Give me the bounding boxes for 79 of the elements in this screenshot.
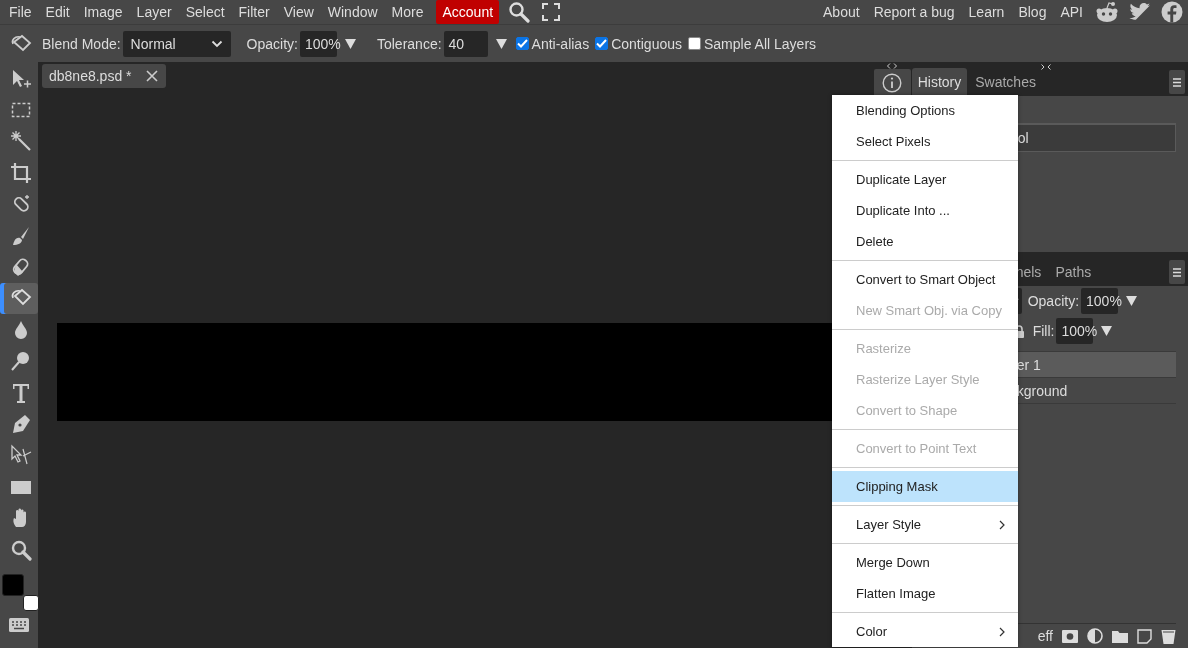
panel-tab[interactable]: Paths [1049,258,1098,286]
close-icon[interactable] [145,70,158,82]
menu-item[interactable]: More [384,1,431,23]
panel-tab[interactable]: History [911,68,968,96]
panel-menu-button[interactable] [1169,260,1185,284]
menu-item[interactable]: Select [178,1,232,23]
menu-item[interactable]: Window [320,1,385,23]
trash-icon[interactable] [1161,628,1176,644]
context-menu-item[interactable]: Duplicate Layer [832,164,1018,195]
blend-mode-select[interactable]: Normal [122,30,231,57]
context-menu-item[interactable]: Merge Down [832,547,1018,578]
bird-icon[interactable] [1129,2,1151,22]
opacity-label: Opacity: [1027,293,1080,309]
checkbox[interactable] [688,37,701,50]
menu-item[interactable]: File [2,1,39,23]
effects-button[interactable]: eff [1037,628,1053,644]
crop-tool-icon [10,161,32,184]
chevron-right-icon [999,626,1005,637]
dropdown-arrow-icon[interactable] [344,38,356,49]
blend-mode-label: Blend Mode: [42,35,121,52]
checkbox[interactable] [595,37,609,50]
context-menu-item[interactable]: Blending Options [832,95,1018,126]
opacity-label: Opacity: [246,35,298,52]
context-menu-item[interactable]: Flatten Image [832,578,1018,609]
mask-icon[interactable] [1062,629,1078,643]
checkbox-label: Contiguous [611,35,682,52]
info-button[interactable] [873,69,911,97]
keyboard-icon[interactable] [9,618,29,633]
menu-item[interactable]: View [276,1,321,23]
menu-item[interactable]: Layer [129,1,179,23]
menu-item[interactable]: Edit [38,1,77,23]
checkbox[interactable] [515,37,529,50]
menu-icon [1173,267,1181,277]
checkbox-label: Anti-alias [531,35,590,52]
tolerance-field[interactable]: 40 [443,30,488,57]
nav-link[interactable]: API [1053,1,1090,23]
pen-tool-icon [10,413,32,435]
path-tool-icon [10,444,32,467]
context-menu-item[interactable]: Convert to Smart Object [832,264,1018,295]
account-button[interactable]: Account [436,0,500,24]
search-icon[interactable] [508,1,531,23]
context-menu-item[interactable]: Duplicate Into ... [832,195,1018,226]
chevron-down-icon [210,39,223,48]
nav-link[interactable]: Blog [1011,1,1054,23]
checkbox-label: Sample All Layers [704,35,817,52]
expand-arrows-icon[interactable] [887,63,898,69]
info-icon [882,73,903,93]
folder-icon[interactable] [1112,629,1128,643]
context-menu-item[interactable]: Color [832,616,1018,647]
nav-link[interactable]: About [816,1,867,23]
f-logo-icon[interactable] [1161,1,1183,23]
dropdown-arrow-icon[interactable] [1101,326,1113,336]
move-tool-icon [10,67,32,90]
menu-item[interactable]: Image [76,1,130,23]
dropdown-arrow-icon[interactable] [495,38,507,49]
document-tab[interactable]: db8ne8.psd * [42,64,166,88]
zoom-tool-icon [10,538,32,561]
half-circle-icon[interactable] [1087,628,1103,644]
dropdown-arrow-icon[interactable] [1126,296,1138,306]
wand-tool-icon [10,130,32,153]
dodge-tool-icon [10,350,32,373]
text-tool-icon [10,381,32,404]
nav-link[interactable]: Learn [961,1,1012,23]
panel-tab[interactable]: Swatches [969,68,1042,96]
fullscreen-icon[interactable] [542,3,561,21]
new-layer-icon[interactable] [1137,628,1152,644]
menu-item[interactable]: Filter [231,1,277,23]
context-menu-item[interactable]: Clipping Mask [832,471,1018,502]
foreground-color-swatch[interactable] [2,574,24,597]
background-color-swatch[interactable] [23,595,39,612]
tolerance-label: Tolerance: [376,35,442,52]
menu-icon [1173,77,1181,87]
fill-label: Fill: [1032,323,1055,339]
panel-menu-button[interactable] [1169,70,1185,94]
context-menu-item[interactable]: Layer Style [832,509,1018,540]
alien-icon[interactable] [1095,1,1119,23]
nav-link[interactable]: Report a bug [866,1,962,23]
chevron-right-icon [999,519,1005,530]
context-menu-item[interactable]: Delete [832,226,1018,257]
